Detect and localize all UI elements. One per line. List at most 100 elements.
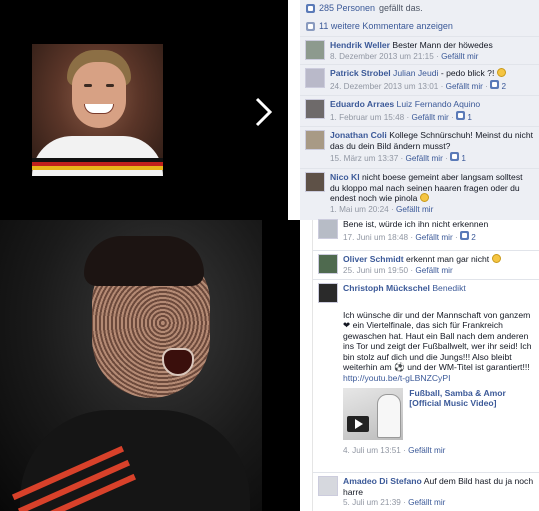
comments-panel: 285 Personen gefällt das. 11 weitere Kom… bbox=[300, 0, 539, 511]
emoji-row bbox=[343, 294, 534, 310]
comment-time[interactable]: 24. Dezember 2013 um 13:01 bbox=[330, 82, 438, 91]
comment-meta: 15. März um 13:37 · Gefällt mir · 1 bbox=[330, 152, 466, 163]
comment-author[interactable]: Jonathan Coli bbox=[330, 130, 387, 140]
comment-body: Hendrik Weller Bester Mann der höwedes 8… bbox=[330, 40, 533, 62]
comment-body: Nico Kl nicht boese gemeint aber langsam… bbox=[330, 172, 533, 215]
comment-body: Oliver Schmidt erkennt man gar nicht 25.… bbox=[343, 254, 534, 276]
comment-time[interactable]: 5. Juli um 21:39 bbox=[343, 498, 401, 507]
comment-time[interactable]: 1. Mai um 20:24 bbox=[330, 205, 389, 214]
jersey-stripe bbox=[32, 166, 163, 170]
avatar[interactable] bbox=[318, 254, 338, 274]
comment-item: Jonathan Coli Kollege Schnürschuh! Meins… bbox=[300, 126, 539, 168]
comment-meta: 5. Juli um 21:39 · Gefällt mir bbox=[343, 498, 446, 507]
like-link[interactable]: Gefällt mir bbox=[446, 82, 483, 91]
comment-author[interactable]: Hendrik Weller bbox=[330, 40, 390, 50]
video-link[interactable]: http://youtu.be/t-gLBNZCyPI bbox=[343, 373, 534, 384]
like-link[interactable]: Gefällt mir bbox=[441, 52, 478, 61]
video-preview[interactable]: Fußball, Samba & Amor [Official Music Vi… bbox=[343, 388, 534, 440]
player-photo[interactable] bbox=[0, 220, 262, 511]
comment-body: Christoph Mückschel Benedikt Ich wünsche… bbox=[343, 283, 534, 457]
comment-author[interactable]: Patrick Strobel bbox=[330, 68, 391, 78]
comment-meta: 1. Februar um 15:48 · Gefällt mir · 1 bbox=[330, 110, 472, 122]
like-count[interactable]: 1 bbox=[461, 154, 466, 163]
comment-time[interactable]: 8. Dezember 2013 um 21:15 bbox=[330, 52, 434, 61]
comment-body: Bene ist, würde ich ihn nicht erkennen 1… bbox=[343, 219, 534, 243]
comment-item: Amadeo Di Stefano Auf dem Bild hast du j… bbox=[313, 472, 539, 511]
tagged-user[interactable]: Benedikt bbox=[432, 283, 465, 293]
comment-meta: 24. Dezember 2013 um 13:01 · Gefällt mir… bbox=[330, 79, 507, 91]
profile-photo[interactable] bbox=[32, 44, 163, 176]
like-count[interactable]: 1 bbox=[467, 113, 472, 122]
photo-viewer-top bbox=[0, 0, 288, 220]
comment-item: Nico Kl nicht boese gemeint aber langsam… bbox=[300, 168, 539, 218]
like-link[interactable]: Gefällt mir bbox=[411, 113, 448, 122]
comment-item: Hendrik Weller Bester Mann der höwedes 8… bbox=[300, 36, 539, 65]
thumbs-up-icon bbox=[450, 152, 460, 161]
comment-meta: 17. Juni um 18:48 · Gefällt mir · 2 bbox=[343, 230, 476, 242]
comment-body: Jonathan Coli Kollege Schnürschuh! Meins… bbox=[330, 130, 533, 165]
photo-viewer-bottom bbox=[0, 220, 300, 511]
avatar[interactable] bbox=[318, 283, 338, 303]
comments-panel-top: 285 Personen gefällt das. 11 weitere Kom… bbox=[300, 0, 539, 220]
like-count[interactable]: 2 bbox=[471, 233, 476, 242]
tagged-user[interactable]: Luiz Fernando Aquino bbox=[397, 99, 481, 109]
smiley-icon bbox=[496, 68, 506, 77]
comment-meta: 4. Juli um 13:51 · Gefällt mir bbox=[343, 446, 446, 455]
like-link[interactable]: Gefällt mir bbox=[396, 205, 433, 214]
comment-meta: 25. Juni um 19:50 · Gefällt mir bbox=[343, 265, 453, 275]
smiley-icon bbox=[491, 254, 501, 263]
like-link[interactable]: Gefällt mir bbox=[406, 154, 443, 163]
avatar[interactable] bbox=[305, 99, 325, 119]
comment-author[interactable]: Nico Kl bbox=[330, 172, 360, 182]
likes-count-link[interactable]: 285 Personen bbox=[319, 3, 375, 13]
comment-item: Eduardo Arraes Luiz Fernando Aquino 1. F… bbox=[300, 95, 539, 126]
comment-item: Patrick Strobel Julian Jeudi - pedo blic… bbox=[300, 64, 539, 95]
photo-eye bbox=[84, 84, 92, 87]
photo-jersey bbox=[32, 136, 163, 176]
comment-body: Eduardo Arraes Luiz Fernando Aquino 1. F… bbox=[330, 99, 533, 123]
likes-suffix: gefällt das. bbox=[379, 3, 423, 13]
video-thumbnail[interactable] bbox=[343, 388, 404, 440]
comment-time[interactable]: 15. März um 13:37 bbox=[330, 154, 398, 163]
thumbs-up-icon bbox=[456, 110, 466, 120]
video-title[interactable]: Fußball, Samba & Amor [Official Music Vi… bbox=[409, 388, 534, 440]
avatar[interactable] bbox=[305, 130, 325, 150]
comment-author[interactable]: Eduardo Arraes bbox=[330, 99, 394, 109]
avatar[interactable] bbox=[318, 476, 338, 496]
avatar[interactable] bbox=[305, 172, 325, 192]
like-link[interactable]: Gefällt mir bbox=[408, 498, 445, 507]
comment-author[interactable]: Oliver Schmidt bbox=[343, 254, 404, 264]
comment-meta: 1. Mai um 20:24 · Gefällt mir bbox=[330, 204, 434, 214]
likes-summary: 285 Personen gefällt das. bbox=[306, 3, 539, 13]
avatar[interactable] bbox=[318, 219, 338, 239]
comment-body: Amadeo Di Stefano Auf dem Bild hast du j… bbox=[343, 476, 534, 509]
like-link[interactable]: Gefällt mir bbox=[415, 266, 452, 275]
avatar[interactable] bbox=[305, 68, 325, 88]
comment-time[interactable]: 4. Juli um 13:51 bbox=[343, 446, 401, 455]
like-count[interactable]: 2 bbox=[501, 82, 506, 91]
thumbs-up-icon bbox=[459, 230, 469, 240]
comment-time[interactable]: 25. Juni um 19:50 bbox=[343, 266, 408, 275]
like-link[interactable]: Gefällt mir bbox=[415, 233, 452, 242]
comment-time[interactable]: 1. Februar um 15:48 bbox=[330, 113, 404, 122]
chevron-right-icon[interactable] bbox=[252, 96, 274, 128]
comment-body: Patrick Strobel Julian Jeudi - pedo blic… bbox=[330, 68, 533, 92]
video-person bbox=[377, 394, 401, 438]
comment-text: erkennt man gar nicht bbox=[406, 254, 490, 264]
play-icon[interactable] bbox=[347, 416, 369, 432]
avatar[interactable] bbox=[305, 40, 325, 60]
comment-author[interactable]: Christoph Mückschel bbox=[343, 283, 430, 293]
comment-time[interactable]: 17. Juni um 18:48 bbox=[343, 233, 408, 242]
comment-item: Christoph Mückschel Benedikt Ich wünsche… bbox=[313, 279, 539, 460]
photo-hair bbox=[84, 236, 204, 286]
comment-text: Bester Mann der höwedes bbox=[392, 40, 493, 50]
comment-author[interactable]: Amadeo Di Stefano bbox=[343, 476, 422, 486]
more-comments-link[interactable]: 11 weitere Kommentare anzeigen bbox=[319, 21, 453, 31]
thumbs-up-icon bbox=[490, 79, 500, 89]
comment-text: - pedo blick ?! bbox=[440, 68, 495, 78]
comment-text: Ich wünsche dir und der Mannschaft von g… bbox=[343, 309, 532, 373]
photo-eye bbox=[106, 84, 114, 87]
like-link[interactable]: Gefällt mir bbox=[408, 446, 445, 455]
tagged-user[interactable]: Julian Jeudi bbox=[393, 68, 438, 78]
more-comments[interactable]: 11 weitere Kommentare anzeigen bbox=[306, 21, 539, 31]
